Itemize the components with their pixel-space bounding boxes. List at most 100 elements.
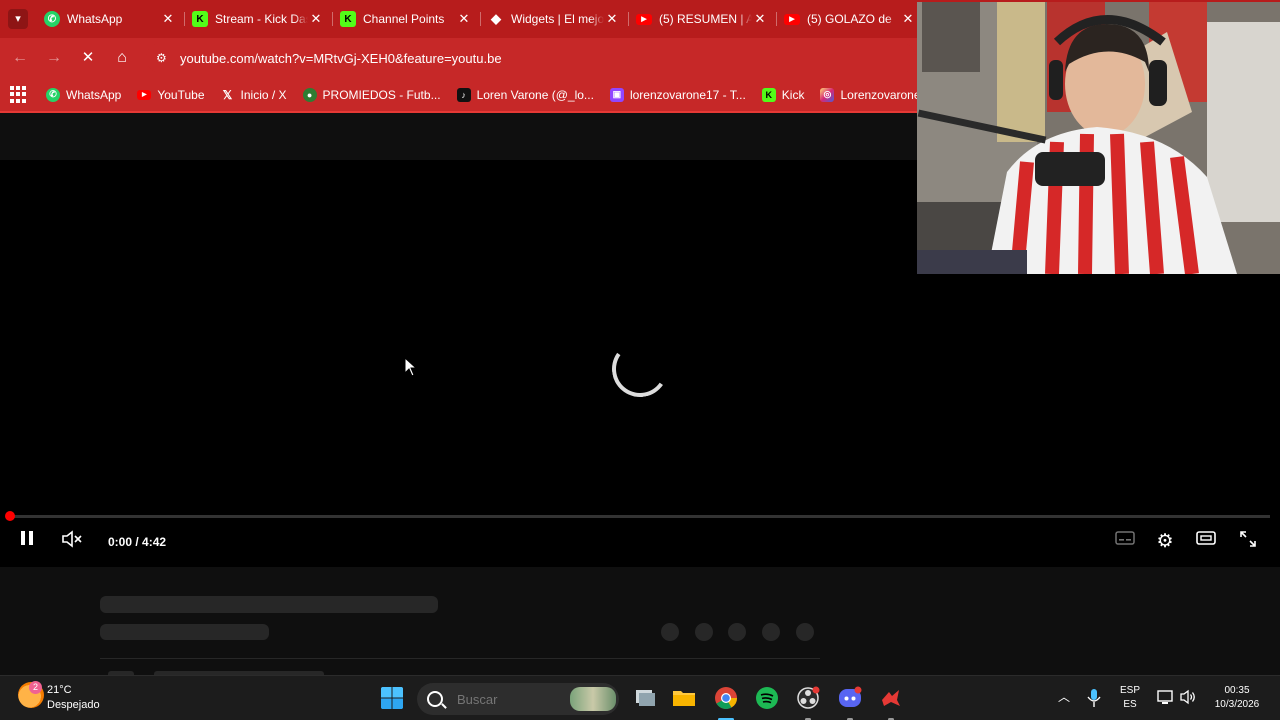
clock[interactable]: 00:35 10/3/2026 [1206,684,1268,712]
kick-icon: K [761,87,776,102]
streaming-app-icon[interactable] [879,686,903,710]
taskbar-search[interactable] [417,683,619,715]
close-icon[interactable]: ✕ [752,11,768,27]
tab-title: Widgets | El mejor [511,12,604,26]
address-bar[interactable]: ⚙ [146,43,916,73]
subtitles-button[interactable] [1114,530,1136,554]
close-icon[interactable]: ✕ [160,11,176,27]
close-icon[interactable]: ✕ [900,11,916,27]
pause-icon [21,531,33,545]
close-icon[interactable]: ✕ [456,11,472,27]
whatsapp-icon: ✆ [44,11,60,27]
bookmark-youtube[interactable]: ▶ YouTube [137,87,205,102]
divider [100,658,820,659]
settings-button[interactable]: ⚙ [1154,530,1176,554]
tab-title: WhatsApp [67,12,123,26]
channel-placeholder [100,624,269,640]
discord-icon[interactable] [838,686,862,710]
whatsapp-icon: ✆ [46,87,60,102]
close-icon[interactable]: ✕ [308,11,324,27]
task-view-icon[interactable] [633,686,657,710]
bookmark-label: lorenzovarone17 - T... [629,87,746,102]
bookmark-label: YouTube [157,87,205,102]
fullscreen-button[interactable] [1237,530,1259,554]
theater-mode-button[interactable] [1195,530,1217,554]
language-code: ESP [1119,685,1140,696]
instagram-icon: ◎ [820,87,835,102]
gear-icon: ⚙ [1156,531,1174,552]
progress-scrubber[interactable] [5,511,15,521]
volume-icon[interactable] [1179,688,1197,706]
search-input[interactable] [457,691,567,707]
tab-resumen[interactable]: ▶ (5) RESUMEN | A ✕ [628,4,776,34]
kick-icon: K [340,11,356,27]
screen: ▾ ✆ WhatsApp ✕ K Stream - Kick Dashboard… [0,0,1280,720]
home-icon[interactable]: ⌂ [112,48,132,68]
bookmark-tiktok[interactable]: ♪ Loren Varone (@_lo... [456,87,594,102]
weather-temperature[interactable]: 21°C [47,684,72,696]
chrome-icon[interactable] [714,686,738,710]
input-language[interactable]: ESP ES [1115,684,1145,712]
bookmark-x[interactable]: 𝕏 Inicio / X [221,88,287,102]
tab-channel-points[interactable]: K Channel Points ✕ [332,4,480,34]
mute-button[interactable] [60,530,84,554]
close-icon[interactable]: ✕ [604,11,620,27]
streamer-webcam-image [917,2,1280,274]
spotify-icon[interactable] [755,686,779,710]
bookmark-label: WhatsApp [66,87,122,102]
pause-button[interactable] [16,530,38,554]
stop-loading-icon[interactable]: ✕ [78,48,98,68]
forward-arrow-icon[interactable]: → [44,48,64,68]
search-icon [427,691,443,707]
bookmark-label: PROMIEDOS - Futb... [322,87,441,102]
search-highlight-image [570,687,616,711]
show-hidden-icons-chevron-icon[interactable]: ︿ [1056,690,1072,704]
volume-muted-icon [62,530,82,548]
file-explorer-icon[interactable] [672,686,696,710]
fullscreen-icon [1240,531,1256,547]
site-settings-icon[interactable]: ⚙ [156,51,172,65]
tiktok-icon: ♪ [456,87,471,102]
tab-title: Channel Points [363,12,445,26]
bookmark-twitch[interactable]: ▣ lorenzovarone17 - T... [609,87,746,102]
windows-taskbar: 2 21°C Despejado Buscar ︿ ESP ES 00:35 1… [0,675,1280,720]
tab-search-button[interactable]: ▾ [8,9,28,29]
clock-time: 00:35 [1224,685,1250,696]
action-placeholder [762,623,780,641]
tab-title: Stream - Kick Dashboard [215,12,308,26]
action-placeholder [661,623,679,641]
action-placeholder [796,623,814,641]
network-icon[interactable] [1156,688,1174,706]
bookmark-whatsapp[interactable]: ✆ WhatsApp [46,87,122,102]
youtube-icon: ▶ [636,13,652,25]
action-placeholder [728,623,746,641]
windows-start-icon[interactable] [380,686,404,710]
time-display: 0:00 / 4:42 [108,535,167,549]
back-arrow-icon[interactable]: ← [10,48,30,68]
video-progress-bar[interactable] [10,515,1270,518]
bookmark-kick[interactable]: K Kick [761,87,804,102]
kick-icon: K [192,11,208,27]
clock-date: 10/3/2026 [1214,699,1260,710]
tab-kick-dashboard[interactable]: K Stream - Kick Dashboard ✕ [184,4,332,34]
theater-mode-icon [1196,531,1216,545]
widget-icon: ◆ [491,11,501,26]
obs-studio-icon[interactable] [796,686,820,710]
youtube-icon: ▶ [137,89,152,100]
promiedos-icon: ● [302,87,317,102]
tab-golazo[interactable]: ▶ (5) GOLAZO de ✕ [776,4,924,34]
weather-description[interactable]: Despejado [47,699,100,711]
bookmark-promiedos[interactable]: ● PROMIEDOS - Futb... [302,87,441,102]
action-placeholder [695,623,713,641]
subtitles-icon [1115,531,1135,545]
mouse-cursor-icon [404,357,418,377]
tab-widgets[interactable]: ◆ Widgets | El mejor ✕ [480,4,628,34]
tab-whatsapp[interactable]: ✆ WhatsApp ✕ [36,4,184,34]
microphone-icon[interactable] [1086,688,1102,708]
tab-title: (5) GOLAZO de [807,12,892,26]
bookmark-label: Loren Varone (@_lo... [476,87,594,102]
tab-list: ✆ WhatsApp ✕ K Stream - Kick Dashboard ✕… [36,4,924,34]
url-input[interactable] [180,50,880,66]
apps-grid-icon[interactable] [10,85,28,104]
bookmark-label: Inicio / X [240,87,287,102]
